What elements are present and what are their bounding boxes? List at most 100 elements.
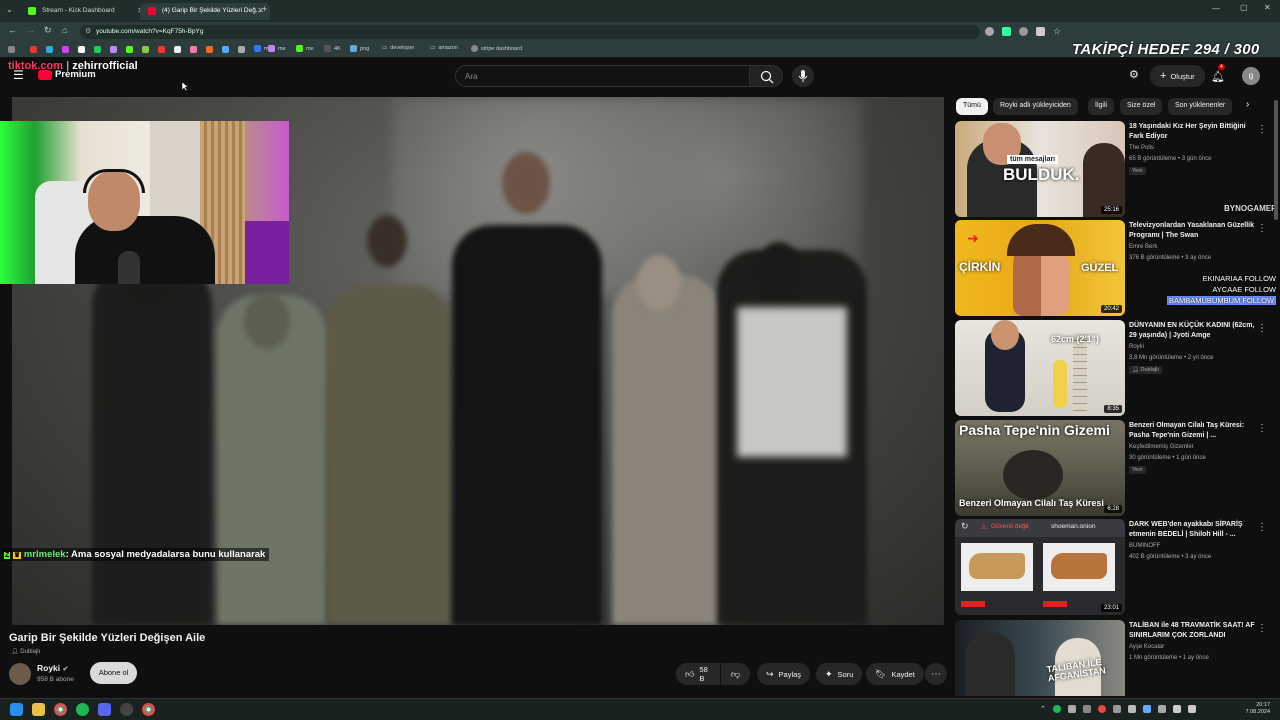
save-button[interactable]: 🔖︎ Kaydet bbox=[866, 663, 924, 685]
bookmark-icon[interactable] bbox=[142, 46, 149, 53]
obs-icon[interactable] bbox=[120, 703, 133, 716]
bookmark-star-icon[interactable]: ☆ bbox=[1053, 27, 1062, 36]
search-button[interactable] bbox=[749, 65, 783, 87]
voice-search-button[interactable] bbox=[792, 65, 814, 87]
tab-youtube-video[interactable]: (4) Garip Bir Şekilde Yüzleri Değ... ✕ bbox=[140, 3, 270, 20]
notifications-button[interactable]: 🔔︎ 4 bbox=[1211, 64, 1225, 85]
whatsapp-icon[interactable] bbox=[94, 46, 101, 53]
recommended-channel[interactable]: Emre Berk bbox=[1129, 244, 1157, 250]
bookmark-icon[interactable] bbox=[190, 46, 197, 53]
video-thumbnail[interactable]: TALİBAN İLE AFGANİSTAN bbox=[955, 620, 1125, 696]
close-window-icon[interactable]: ✕ bbox=[1264, 3, 1271, 12]
recommended-channel[interactable]: Keşfedilmemiş Gizemler bbox=[1129, 444, 1194, 450]
bookmark-icon[interactable] bbox=[206, 46, 213, 53]
bookmark-item[interactable]: 4K bbox=[324, 45, 341, 52]
bookmark-item[interactable]: me bbox=[296, 45, 314, 52]
chrome-icon[interactable] bbox=[54, 703, 67, 716]
x-icon[interactable] bbox=[78, 46, 85, 53]
recommended-title[interactable]: 18 Yaşındaki Kız Her Şeyin Bittiğini Far… bbox=[1129, 122, 1255, 142]
new-tab-icon[interactable]: + bbox=[262, 4, 267, 14]
recommended-channel[interactable]: Ayşe Kocalar bbox=[1129, 644, 1164, 650]
bookmark-icon[interactable] bbox=[30, 46, 37, 53]
more-options-icon[interactable]: ⋮ bbox=[1257, 124, 1267, 135]
site-info-icon[interactable]: ⚙ bbox=[85, 27, 91, 35]
cast-icon[interactable]: ⚙ bbox=[1129, 68, 1139, 81]
video-thumbnail[interactable]: Pasha Tepe'nin Gizemi Benzeri Olmayan Ci… bbox=[955, 420, 1125, 516]
more-actions-button[interactable]: ⋯ bbox=[925, 663, 947, 685]
recommended-video[interactable]: 62cm (2'1") 8:35 DÜNYANIN EN KÜÇÜK KADIN… bbox=[955, 320, 1275, 416]
extension-icon[interactable] bbox=[1019, 27, 1028, 36]
minimize-icon[interactable]: — bbox=[1212, 4, 1220, 13]
recommended-video[interactable]: ↻ ⚠ Güvenli değil shoeman.onion 23:01 DA… bbox=[955, 519, 1275, 615]
recommended-title[interactable]: TALİBAN ile 48 TRAVMATİK SAAT! AF SINIRL… bbox=[1129, 621, 1255, 641]
tray-icon[interactable] bbox=[1082, 705, 1091, 713]
recommended-title[interactable]: DÜNYANIN EN KÜÇÜK KADINI (62cm, 29 yaşın… bbox=[1129, 321, 1255, 341]
avatar[interactable]: g bbox=[1242, 67, 1260, 85]
video-thumbnail[interactable]: tüm mesajları BULDUK. 25:16 bbox=[955, 121, 1125, 217]
bookmark-stripe[interactable]: stripe dashboard bbox=[471, 45, 522, 52]
kick-icon[interactable] bbox=[126, 46, 133, 53]
bookmark-folder-amazon[interactable]: ▭ amazon bbox=[430, 45, 458, 51]
url-field[interactable]: ⚙ youtube.com/watch?v=KqF75h-BpYg bbox=[80, 25, 980, 39]
tray-icon[interactable] bbox=[1097, 705, 1106, 713]
recommended-video[interactable]: TALİBAN İLE AFGANİSTAN TALİBAN ile 48 TR… bbox=[955, 620, 1275, 696]
volume-icon[interactable] bbox=[1187, 705, 1196, 713]
search-input[interactable]: Ara bbox=[455, 65, 750, 87]
recommended-title[interactable]: Televizyonlardan Yasaklanan Güzellik Pro… bbox=[1129, 221, 1255, 241]
bookmark-item[interactable]: me bbox=[268, 45, 286, 52]
recommended-channel[interactable]: Royki bbox=[1129, 344, 1144, 350]
bookmark-item[interactable]: png bbox=[350, 45, 369, 52]
recommended-video[interactable]: tüm mesajları BULDUK. 25:16 18 Yaşındaki… bbox=[955, 121, 1275, 217]
tray-icon[interactable] bbox=[1142, 705, 1151, 713]
chip-from-uploader[interactable]: Royki adlı yükleyiciden bbox=[993, 98, 1078, 115]
recommended-title[interactable]: DARK WEB'den ayakkabı SİPARİŞ etmenin BE… bbox=[1129, 520, 1255, 540]
tray-icon[interactable] bbox=[1112, 705, 1121, 713]
subscribe-button[interactable]: Abone ol bbox=[90, 662, 137, 684]
spotify-icon[interactable] bbox=[76, 703, 89, 716]
forward-icon[interactable]: → bbox=[26, 25, 35, 35]
tray-icon[interactable] bbox=[1157, 705, 1166, 713]
maximize-icon[interactable]: ▢ bbox=[1240, 3, 1248, 12]
youtube-icon[interactable] bbox=[158, 46, 165, 53]
more-options-icon[interactable]: ⋮ bbox=[1257, 423, 1267, 434]
more-options-icon[interactable]: ⋮ bbox=[1257, 522, 1267, 533]
extension-icon[interactable] bbox=[1036, 27, 1045, 36]
discord-icon[interactable] bbox=[98, 703, 111, 716]
share-button[interactable]: ↪ Paylaş bbox=[757, 663, 811, 685]
sidebar-scrollbar[interactable] bbox=[1274, 100, 1278, 220]
back-icon[interactable]: ← bbox=[8, 25, 17, 35]
ask-button[interactable]: ✦ Soru bbox=[816, 663, 863, 685]
create-button[interactable]: + Oluştur bbox=[1150, 65, 1205, 87]
dislike-button[interactable]: 👎︎ bbox=[721, 663, 750, 685]
file-explorer-icon[interactable] bbox=[32, 703, 45, 716]
bookmark-icon[interactable] bbox=[238, 46, 245, 53]
bookmark-icon[interactable] bbox=[62, 46, 69, 53]
video-thumbnail[interactable]: ÇİRKİN GÜZEL ➜ 20:42 bbox=[955, 220, 1125, 316]
wifi-icon[interactable] bbox=[1172, 705, 1181, 713]
video-thumbnail[interactable]: 62cm (2'1") 8:35 bbox=[955, 320, 1125, 416]
more-options-icon[interactable]: ⋮ bbox=[1257, 223, 1267, 234]
channel-name[interactable]: Royki ✔ bbox=[37, 663, 68, 673]
extension-icon[interactable] bbox=[1002, 27, 1011, 36]
home-icon[interactable]: ⌂ bbox=[62, 25, 67, 35]
extension-icon[interactable] bbox=[985, 27, 994, 36]
chevron-up-icon[interactable]: ⌃ bbox=[1040, 705, 1046, 713]
channel-avatar[interactable] bbox=[9, 663, 31, 685]
chip-related[interactable]: İlgili bbox=[1088, 98, 1115, 115]
tab-kick-dashboard[interactable]: Stream - Kick Dashboard ✕ bbox=[20, 3, 150, 20]
tray-icon[interactable] bbox=[1052, 705, 1061, 713]
chrome-icon[interactable] bbox=[142, 703, 155, 716]
bookmark-icon[interactable] bbox=[46, 46, 53, 53]
bookmark-folder-developer[interactable]: ▭ developer bbox=[382, 45, 414, 51]
recommended-channel[interactable]: The Polis bbox=[1129, 145, 1154, 151]
windows-start-icon[interactable] bbox=[10, 703, 23, 716]
chip-all[interactable]: Tümü bbox=[956, 98, 988, 115]
chip-for-you[interactable]: Size özel bbox=[1120, 98, 1163, 115]
tray-icon[interactable] bbox=[1067, 705, 1076, 713]
chevron-right-icon[interactable]: › bbox=[1246, 99, 1249, 110]
recommended-title[interactable]: Benzeri Olmayan Cilalı Taş Küresi: Pasha… bbox=[1129, 421, 1255, 441]
tray-icon[interactable] bbox=[1127, 705, 1136, 713]
apps-icon[interactable] bbox=[8, 46, 15, 53]
bookmark-icon[interactable] bbox=[110, 46, 117, 53]
tiktok-icon[interactable] bbox=[174, 46, 181, 53]
